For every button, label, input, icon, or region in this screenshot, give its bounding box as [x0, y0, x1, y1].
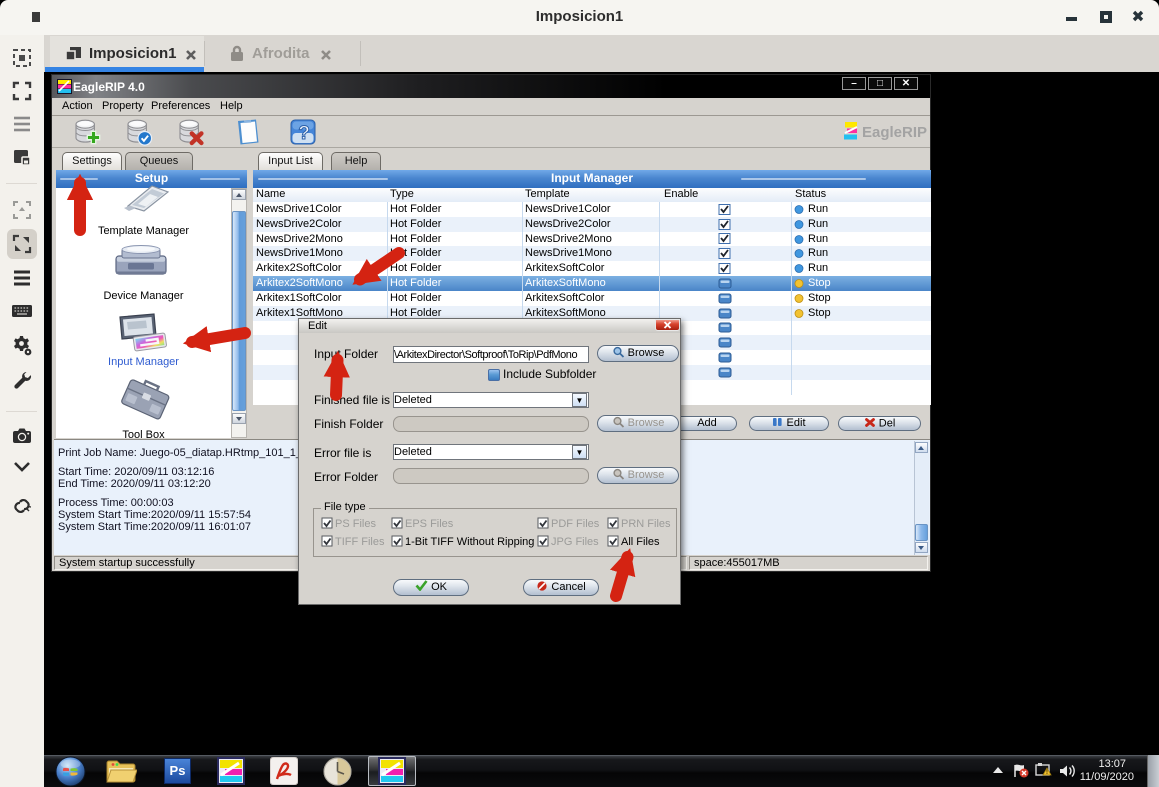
svg-text:!: ! [1046, 770, 1048, 776]
